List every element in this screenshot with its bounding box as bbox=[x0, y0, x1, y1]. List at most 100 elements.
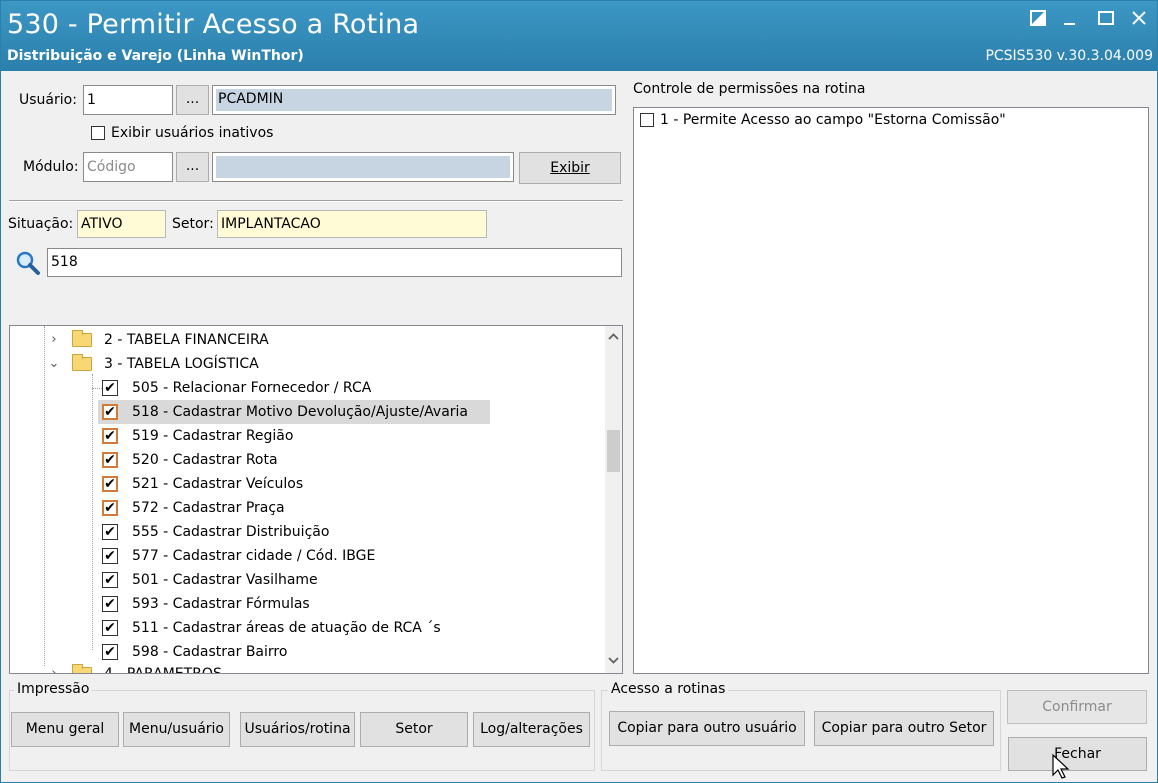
permission-checkbox[interactable] bbox=[640, 113, 654, 127]
tree-item-checkbox[interactable]: ✔ bbox=[102, 548, 118, 564]
scroll-down-icon[interactable] bbox=[607, 653, 620, 667]
separator bbox=[9, 200, 623, 202]
tree-folder-label: 3 - TABELA LOGÍSTICA bbox=[104, 356, 259, 372]
permission-label: 1 - Permite Acesso ao campo "Estorna Com… bbox=[660, 112, 1006, 128]
tree-item-row[interactable]: ✔ 598 - Cadastrar Bairro bbox=[10, 640, 600, 664]
module-code-input[interactable]: Código bbox=[83, 152, 173, 182]
tree-item-row[interactable]: ✔ 520 - Cadastrar Rota bbox=[10, 448, 600, 472]
tree-item-row[interactable]: ✔ 511 - Cadastrar áreas de atuação de RC… bbox=[10, 616, 600, 640]
chevron-down-icon[interactable]: ⌄ bbox=[48, 352, 60, 376]
user-label: Usuário: bbox=[19, 92, 77, 108]
usuarios-rotina-button[interactable]: Usuários/rotina bbox=[240, 712, 355, 747]
tree-scrollbar[interactable] bbox=[605, 326, 622, 673]
tree-folder-label: 2 - TABELA FINANCEIRA bbox=[104, 332, 269, 348]
impressao-title: Impressão bbox=[14, 681, 93, 697]
tree-item-label: 505 - Relacionar Fornecedor / RCA bbox=[132, 380, 372, 396]
search-input[interactable]: 518 bbox=[47, 248, 622, 277]
scroll-up-icon[interactable] bbox=[607, 330, 620, 344]
chevron-right-icon[interactable]: › bbox=[48, 328, 60, 352]
tree-item-checkbox[interactable]: ✔ bbox=[102, 404, 118, 420]
setor-label: Setor: bbox=[172, 216, 214, 232]
tree-item-label: 555 - Cadastrar Distribuição bbox=[132, 524, 330, 540]
show-module-button[interactable]: Exibir bbox=[519, 152, 621, 184]
tree-item-checkbox[interactable]: ✔ bbox=[102, 380, 118, 396]
permissions-list: 1 - Permite Acesso ao campo "Estorna Com… bbox=[633, 107, 1149, 674]
menu-usuario-button[interactable]: Menu/usuário bbox=[123, 712, 230, 747]
tree-item-label: 593 - Cadastrar Fórmulas bbox=[132, 596, 310, 612]
tree-item-label: 511 - Cadastrar áreas de atuação de RCA … bbox=[132, 620, 441, 636]
tree-folder-row[interactable]: › 4 - PARAMETROS bbox=[10, 662, 600, 674]
tree-folder-row[interactable]: ⌄ 3 - TABELA LOGÍSTICA bbox=[10, 352, 600, 376]
tree-item-row[interactable]: ✔ 555 - Cadastrar Distribuição bbox=[10, 520, 600, 544]
tree-item-checkbox[interactable]: ✔ bbox=[102, 596, 118, 612]
setor-button[interactable]: Setor bbox=[360, 712, 468, 747]
tree-item-checkbox[interactable]: ✔ bbox=[102, 428, 118, 444]
tree-item-row[interactable]: ✔ 501 - Cadastrar Vasilhame bbox=[10, 568, 600, 592]
tree-item-checkbox[interactable]: ✔ bbox=[102, 572, 118, 588]
show-inactive-checkbox[interactable] bbox=[91, 126, 105, 140]
close-button[interactable]: Fechar bbox=[1008, 737, 1147, 771]
show-module-label: Exibir bbox=[550, 160, 590, 176]
acesso-title: Acesso a rotinas bbox=[608, 681, 729, 697]
tree-item-checkbox[interactable]: ✔ bbox=[102, 500, 118, 516]
scrollbar-thumb[interactable] bbox=[607, 430, 620, 472]
copy-to-setor-button[interactable]: Copiar para outro Setor bbox=[814, 711, 994, 746]
tree-item-label: 518 - Cadastrar Motivo Devolução/Ajuste/… bbox=[132, 404, 469, 420]
module-browse-button[interactable]: ... bbox=[176, 152, 209, 182]
restore-layout-icon[interactable] bbox=[1027, 9, 1049, 31]
close-icon[interactable] bbox=[1128, 9, 1150, 31]
tree-item-checkbox[interactable]: ✔ bbox=[102, 524, 118, 540]
tree-item-checkbox[interactable]: ✔ bbox=[102, 644, 118, 660]
title-bar: 530 - Permitir Acesso a Rotina Distribui… bbox=[1, 1, 1157, 71]
tree-item-row[interactable]: ✔ 572 - Cadastrar Praça bbox=[10, 496, 600, 520]
routine-tree: › 2 - TABELA FINANCEIRA ⌄ 3 - TABELA LOG… bbox=[9, 325, 623, 674]
search-icon bbox=[15, 250, 41, 276]
folder-icon bbox=[72, 664, 92, 673]
user-code-input[interactable]: 1 bbox=[83, 85, 173, 115]
tree-folder-label: 4 - PARAMETROS bbox=[104, 666, 222, 674]
minimize-icon[interactable] bbox=[1059, 9, 1081, 31]
maximize-icon[interactable] bbox=[1095, 9, 1117, 31]
module-label: Módulo: bbox=[23, 159, 79, 175]
permission-item[interactable]: 1 - Permite Acesso ao campo "Estorna Com… bbox=[638, 108, 1138, 132]
tree-item-label: 577 - Cadastrar cidade / Cód. IBGE bbox=[132, 548, 376, 564]
app-window: 530 - Permitir Acesso a Rotina Distribui… bbox=[0, 0, 1158, 783]
tree-item-label: 598 - Cadastrar Bairro bbox=[132, 644, 288, 660]
tree-item-label: 501 - Cadastrar Vasilhame bbox=[132, 572, 318, 588]
copy-to-user-button[interactable]: Copiar para outro usuário bbox=[609, 711, 805, 746]
window-subtitle: Distribuição e Varejo (Linha WinThor) bbox=[7, 48, 304, 64]
tree-item-row[interactable]: ✔ 505 - Relacionar Fornecedor / RCA bbox=[10, 376, 600, 400]
tree-item-checkbox[interactable]: ✔ bbox=[102, 476, 118, 492]
user-name-value: PCADMIN bbox=[216, 89, 612, 111]
tree-item-row[interactable]: ✔ 519 - Cadastrar Região bbox=[10, 424, 600, 448]
tree-item-label: 521 - Cadastrar Veículos bbox=[132, 476, 304, 492]
user-name-field: PCADMIN bbox=[212, 85, 616, 115]
tree-item-checkbox[interactable]: ✔ bbox=[102, 452, 118, 468]
situacao-field: ATIVO bbox=[77, 210, 166, 238]
menu-geral-button[interactable]: Menu geral bbox=[11, 712, 119, 747]
show-inactive-label: Exibir usuários inativos bbox=[111, 125, 274, 141]
tree-item-label: 520 - Cadastrar Rota bbox=[132, 452, 278, 468]
version-label: PCSIS530 v.30.3.04.009 bbox=[985, 48, 1153, 64]
module-name-value bbox=[216, 156, 510, 178]
setor-field: IMPLANTACAO bbox=[217, 210, 487, 238]
folder-icon bbox=[72, 330, 92, 347]
tree-folder-row[interactable]: › 2 - TABELA FINANCEIRA bbox=[10, 328, 600, 352]
window-title: 530 - Permitir Acesso a Rotina bbox=[7, 9, 420, 40]
folder-open-icon bbox=[72, 354, 92, 371]
tree-item-label: 519 - Cadastrar Região bbox=[132, 428, 294, 444]
chevron-right-icon[interactable]: › bbox=[48, 662, 60, 673]
tree-item-row-selected[interactable]: ✔ 518 - Cadastrar Motivo Devolução/Ajust… bbox=[98, 400, 490, 424]
tree-item-checkbox[interactable]: ✔ bbox=[102, 620, 118, 636]
tree-item-row[interactable]: ✔ 521 - Cadastrar Veículos bbox=[10, 472, 600, 496]
permissions-title: Controle de permissões na rotina bbox=[633, 81, 866, 97]
module-name-field bbox=[212, 152, 514, 182]
tree-item-label: 572 - Cadastrar Praça bbox=[132, 500, 285, 516]
user-browse-button[interactable]: ... bbox=[176, 85, 209, 115]
situacao-label: Situação: bbox=[8, 216, 74, 232]
log-alteracoes-button[interactable]: Log/alterações bbox=[473, 712, 590, 747]
tree-item-row[interactable]: ✔ 577 - Cadastrar cidade / Cód. IBGE bbox=[10, 544, 600, 568]
tree-item-row[interactable]: ✔ 593 - Cadastrar Fórmulas bbox=[10, 592, 600, 616]
mouse-cursor-icon bbox=[1051, 753, 1071, 781]
confirm-button[interactable]: Confirmar bbox=[1007, 690, 1147, 724]
